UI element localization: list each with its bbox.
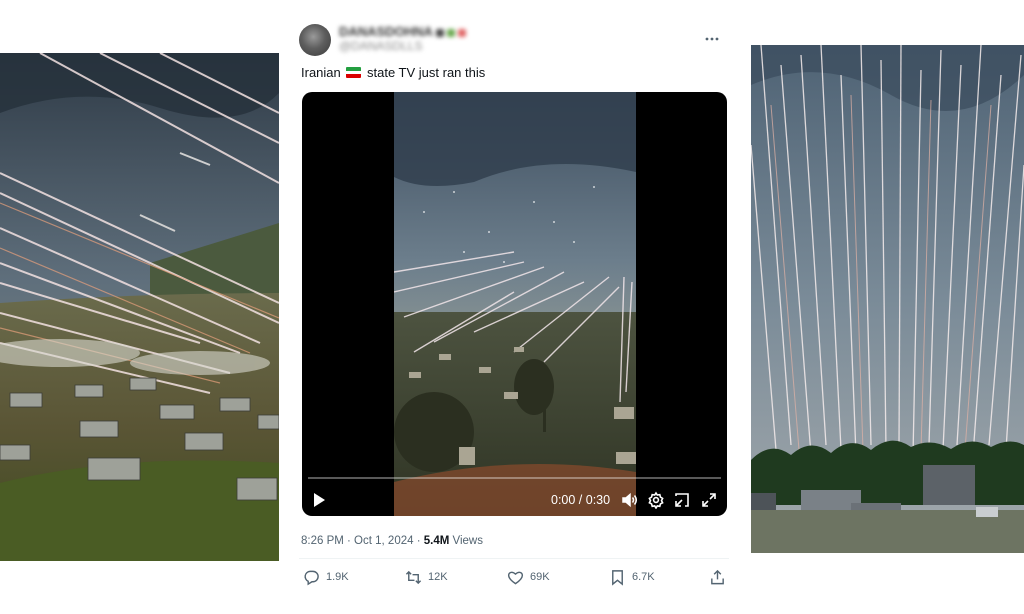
retweet-button[interactable]: 12K <box>405 566 448 588</box>
more-horizontal-icon[interactable] <box>703 30 721 48</box>
emoji-icon <box>435 28 444 37</box>
screenshot-canvas: DANASDOHNA @DANASDLLS Iranian state TV j… <box>0 0 1024 614</box>
tweet-text-start: Iranian <box>301 65 341 80</box>
tweet-header: DANASDOHNA @DANASDLLS <box>299 22 729 56</box>
tweet-text-end: state TV just ran this <box>367 65 486 80</box>
reply-count: 1.9K <box>326 571 349 583</box>
bookmark-icon <box>612 569 623 586</box>
emoji-icon <box>457 28 466 37</box>
share-button[interactable] <box>709 566 732 588</box>
tweet-text: Iranian state TV just ran this <box>301 65 485 80</box>
author-block[interactable]: DANASDOHNA @DANASDLLS <box>339 24 599 56</box>
views-count: 5.4M <box>423 535 450 547</box>
video-controls: 0:00 / 0:30 <box>302 488 727 512</box>
settings-icon[interactable] <box>647 491 665 510</box>
retweet-icon <box>405 570 422 584</box>
video-player[interactable]: 0:00 / 0:30 <box>302 92 727 516</box>
retweet-count: 12K <box>428 571 448 583</box>
reply-button[interactable]: 1.9K <box>303 566 349 588</box>
left-rocket-launch-image <box>0 53 279 561</box>
author-handle[interactable]: @DANASDLLS <box>339 39 599 54</box>
avatar[interactable] <box>299 24 331 56</box>
video-frame[interactable] <box>394 92 636 516</box>
reply-icon <box>304 570 319 585</box>
tweet-card: DANASDOHNA @DANASDLLS Iranian state TV j… <box>289 10 739 614</box>
share-icon <box>711 569 724 584</box>
fullscreen-icon[interactable] <box>700 491 718 509</box>
iran-flag-icon <box>346 67 362 78</box>
play-icon[interactable] <box>311 491 327 509</box>
tweet-timestamp[interactable]: 8:26 PM · Oct 1, 2024 · <box>301 535 424 547</box>
emoji-icon <box>446 28 455 37</box>
views-label: Views <box>449 535 483 547</box>
volume-icon[interactable] <box>621 491 639 509</box>
bookmark-count: 6.7K <box>632 571 655 583</box>
divider <box>299 558 729 559</box>
like-count: 69K <box>530 571 550 583</box>
tweet-meta: 8:26 PM · Oct 1, 2024 · 5.4M Views <box>301 535 483 547</box>
tweet-actions-bar: 1.9K 12K 69K 6.7K <box>289 566 739 590</box>
dock-icon[interactable] <box>673 491 691 509</box>
bookmark-button[interactable]: 6.7K <box>609 566 655 588</box>
video-progress-bar[interactable] <box>308 477 721 479</box>
video-time: 0:00 / 0:30 <box>551 493 611 507</box>
right-munitions-streaks-image <box>751 45 1024 553</box>
like-icon <box>507 571 524 584</box>
like-button[interactable]: 69K <box>507 566 550 588</box>
author-display-name[interactable]: DANASDOHNA <box>339 24 599 39</box>
